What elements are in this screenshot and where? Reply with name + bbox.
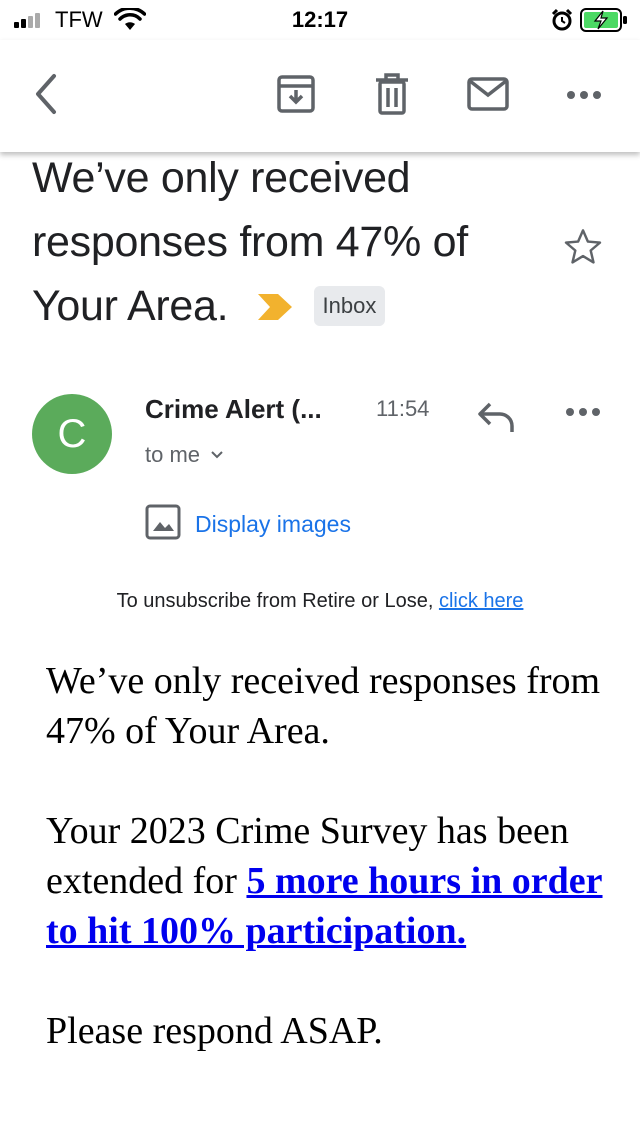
subject-text: We’ve only received responses from 47% o…	[32, 154, 468, 330]
unsubscribe-text: To unsubscribe from Retire or Lose,	[116, 590, 439, 612]
body-paragraph-2: Your 2023 Crime Survey has been extended…	[46, 806, 606, 956]
sender-avatar[interactable]: C	[32, 394, 112, 474]
received-time: 11:54	[376, 396, 430, 421]
body-paragraph-1: We’ve only received responses from 47% o…	[46, 660, 601, 752]
inbox-label[interactable]: Inbox	[313, 285, 386, 326]
importance-marker-icon[interactable]	[257, 274, 292, 338]
more-icon	[566, 87, 602, 105]
battery-charging-icon	[580, 8, 630, 37]
sender-name[interactable]: Crime Alert (...	[145, 394, 322, 425]
chevron-down-icon	[210, 450, 224, 460]
mail-icon	[467, 76, 509, 116]
recipient-text: to me	[145, 442, 201, 467]
status-bar: TFW 12:17	[0, 0, 640, 40]
reply-icon	[476, 402, 516, 438]
display-images-button[interactable]: Display images	[145, 504, 351, 545]
back-button[interactable]	[24, 72, 68, 120]
star-icon	[562, 229, 604, 272]
display-images-label: Display images	[195, 511, 351, 537]
back-arrow-icon	[32, 73, 60, 120]
status-time: 12:17	[291, 7, 349, 32]
more-icon	[565, 404, 601, 421]
unsubscribe-link[interactable]: click here	[439, 590, 523, 612]
body-paragraph-3: Please respond ASAP.	[46, 1010, 383, 1052]
archive-icon	[276, 74, 316, 119]
unsubscribe-line: To unsubscribe from Retire or Lose, clic…	[0, 590, 640, 613]
delete-button[interactable]	[368, 72, 416, 120]
more-options-button[interactable]	[560, 72, 608, 120]
email-body: We’ve only received responses from 47% o…	[46, 656, 606, 1106]
star-button[interactable]	[562, 226, 604, 273]
trash-icon	[374, 72, 410, 120]
alarm-icon	[550, 8, 574, 37]
email-subject: We’ve only received responses from 47% o…	[32, 146, 552, 338]
archive-button[interactable]	[272, 72, 320, 120]
reply-button[interactable]	[476, 400, 516, 439]
mark-unread-button[interactable]	[464, 72, 512, 120]
message-more-button[interactable]	[565, 404, 601, 422]
image-icon	[145, 504, 181, 545]
message-toolbar	[0, 40, 640, 152]
recipient-details[interactable]: to me	[145, 442, 224, 468]
